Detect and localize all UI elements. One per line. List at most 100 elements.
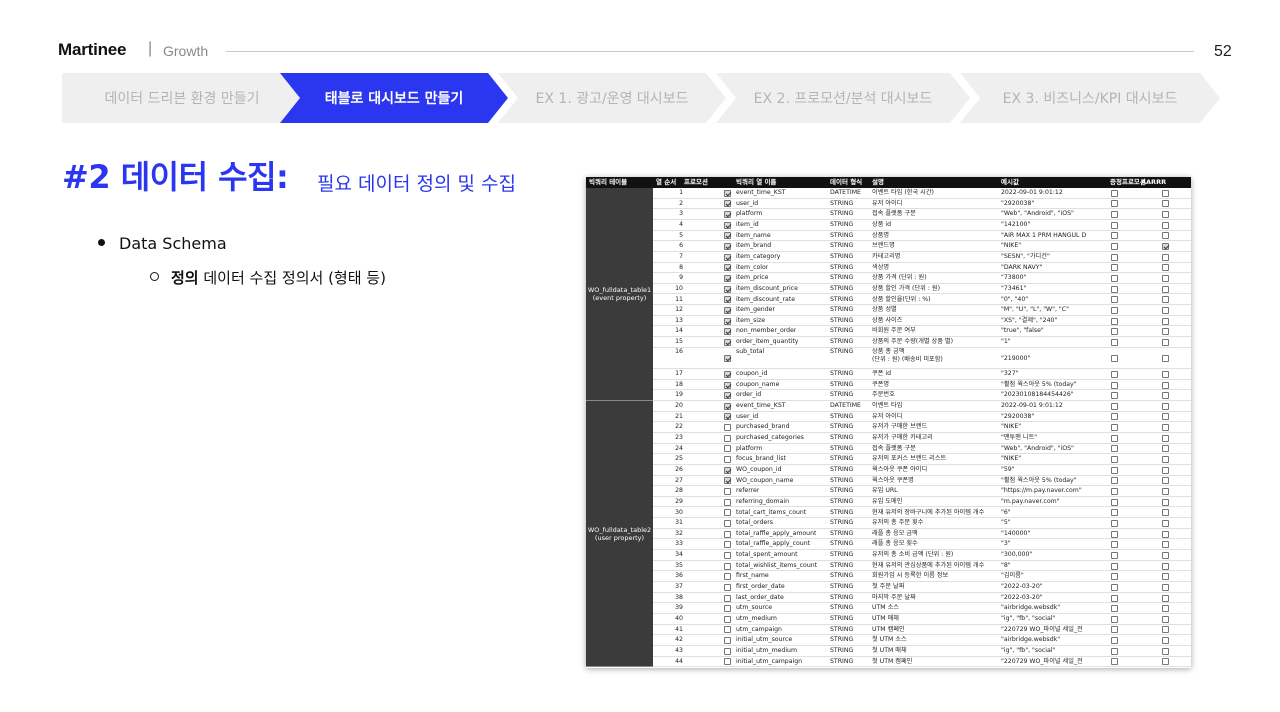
gift-promotion-checkbox[interactable] [1111,551,1118,559]
aarrr-checkbox[interactable] [1162,530,1169,538]
gift-promotion-checkbox[interactable] [1111,221,1118,229]
aarrr-checkbox[interactable] [1162,562,1169,570]
aarrr-checkbox[interactable] [1162,338,1169,346]
gift-promotion-checkbox[interactable] [1111,189,1118,197]
aarrr-checkbox[interactable] [1162,264,1169,272]
aarrr-checkbox[interactable] [1162,275,1169,282]
promotion-checkbox[interactable] [724,658,731,666]
aarrr-checkbox[interactable] [1162,370,1169,378]
gift-promotion-checkbox[interactable] [1111,605,1118,613]
promotion-checkbox[interactable] [724,413,731,421]
gift-promotion-checkbox[interactable] [1111,200,1118,208]
promotion-checkbox[interactable] [724,232,731,240]
gift-promotion-checkbox[interactable] [1111,445,1118,453]
gift-promotion-checkbox[interactable] [1111,466,1118,474]
promotion-checkbox[interactable] [724,317,731,325]
gift-promotion-checkbox[interactable] [1111,594,1118,602]
promotion-checkbox[interactable] [724,221,731,229]
gift-promotion-checkbox[interactable] [1111,296,1118,304]
aarrr-checkbox[interactable] [1162,253,1169,261]
aarrr-checkbox[interactable] [1162,456,1169,464]
promotion-checkbox[interactable] [724,626,731,634]
promotion-checkbox[interactable] [724,551,731,559]
aarrr-checkbox[interactable] [1162,413,1169,421]
promotion-checkbox[interactable] [724,306,731,314]
aarrr-checkbox[interactable] [1162,285,1169,293]
promotion-checkbox[interactable] [724,594,731,602]
gift-promotion-checkbox[interactable] [1111,370,1118,378]
gift-promotion-checkbox[interactable] [1111,615,1118,623]
gift-promotion-checkbox[interactable] [1111,243,1118,251]
promotion-checkbox[interactable] [724,456,731,464]
aarrr-checkbox[interactable] [1162,658,1169,666]
gift-promotion-checkbox[interactable] [1111,306,1118,314]
promotion-checkbox[interactable] [724,477,731,485]
promotion-checkbox[interactable] [724,445,731,453]
gift-promotion-checkbox[interactable] [1111,328,1118,336]
promotion-checkbox[interactable] [724,647,731,655]
aarrr-checkbox[interactable] [1162,221,1169,229]
aarrr-checkbox[interactable] [1162,605,1169,613]
aarrr-checkbox[interactable] [1162,626,1169,634]
gift-promotion-checkbox[interactable] [1111,477,1118,485]
aarrr-checkbox[interactable] [1162,328,1169,336]
gift-promotion-checkbox[interactable] [1111,338,1118,346]
aarrr-checkbox[interactable] [1162,354,1169,362]
promotion-checkbox[interactable] [724,338,731,346]
gift-promotion-checkbox[interactable] [1111,264,1118,272]
promotion-checkbox[interactable] [724,253,731,261]
gift-promotion-checkbox[interactable] [1111,519,1118,527]
gift-promotion-checkbox[interactable] [1111,583,1118,591]
promotion-checkbox[interactable] [724,541,731,549]
aarrr-checkbox[interactable] [1162,232,1169,240]
promotion-checkbox[interactable] [724,285,731,293]
promotion-checkbox[interactable] [724,189,731,197]
gift-promotion-checkbox[interactable] [1111,530,1118,538]
promotion-checkbox[interactable] [724,211,731,219]
aarrr-checkbox[interactable] [1162,434,1169,442]
gift-promotion-checkbox[interactable] [1111,488,1118,495]
promotion-checkbox[interactable] [724,530,731,538]
gift-promotion-checkbox[interactable] [1111,647,1118,655]
aarrr-checkbox[interactable] [1162,583,1169,591]
aarrr-checkbox[interactable] [1162,392,1169,400]
aarrr-checkbox[interactable] [1162,477,1169,485]
gift-promotion-checkbox[interactable] [1111,573,1118,581]
aarrr-checkbox[interactable] [1162,402,1169,410]
gift-promotion-checkbox[interactable] [1111,211,1118,219]
gift-promotion-checkbox[interactable] [1111,232,1118,240]
promotion-checkbox[interactable] [724,466,731,474]
gift-promotion-checkbox[interactable] [1111,392,1118,400]
aarrr-checkbox[interactable] [1162,243,1169,251]
aarrr-checkbox[interactable] [1162,317,1169,325]
gift-promotion-checkbox[interactable] [1111,285,1118,293]
promotion-checkbox[interactable] [724,509,731,517]
promotion-checkbox[interactable] [724,354,731,362]
gift-promotion-checkbox[interactable] [1111,541,1118,549]
gift-promotion-checkbox[interactable] [1111,562,1118,570]
promotion-checkbox[interactable] [724,605,731,613]
gift-promotion-checkbox[interactable] [1111,626,1118,634]
gift-promotion-checkbox[interactable] [1111,381,1118,389]
gift-promotion-checkbox[interactable] [1111,253,1118,261]
aarrr-checkbox[interactable] [1162,509,1169,517]
aarrr-checkbox[interactable] [1162,445,1169,453]
promotion-checkbox[interactable] [724,264,731,272]
gift-promotion-checkbox[interactable] [1111,424,1118,432]
promotion-checkbox[interactable] [724,328,731,336]
aarrr-checkbox[interactable] [1162,424,1169,432]
promotion-checkbox[interactable] [724,562,731,570]
gift-promotion-checkbox[interactable] [1111,413,1118,421]
aarrr-checkbox[interactable] [1162,200,1169,208]
aarrr-checkbox[interactable] [1162,381,1169,389]
promotion-checkbox[interactable] [724,424,731,432]
aarrr-checkbox[interactable] [1162,488,1169,495]
promotion-checkbox[interactable] [724,243,731,251]
promotion-checkbox[interactable] [724,296,731,304]
promotion-checkbox[interactable] [724,573,731,581]
promotion-checkbox[interactable] [724,392,731,400]
gift-promotion-checkbox[interactable] [1111,658,1118,666]
aarrr-checkbox[interactable] [1162,466,1169,474]
gift-promotion-checkbox[interactable] [1111,456,1118,464]
gift-promotion-checkbox[interactable] [1111,354,1118,362]
